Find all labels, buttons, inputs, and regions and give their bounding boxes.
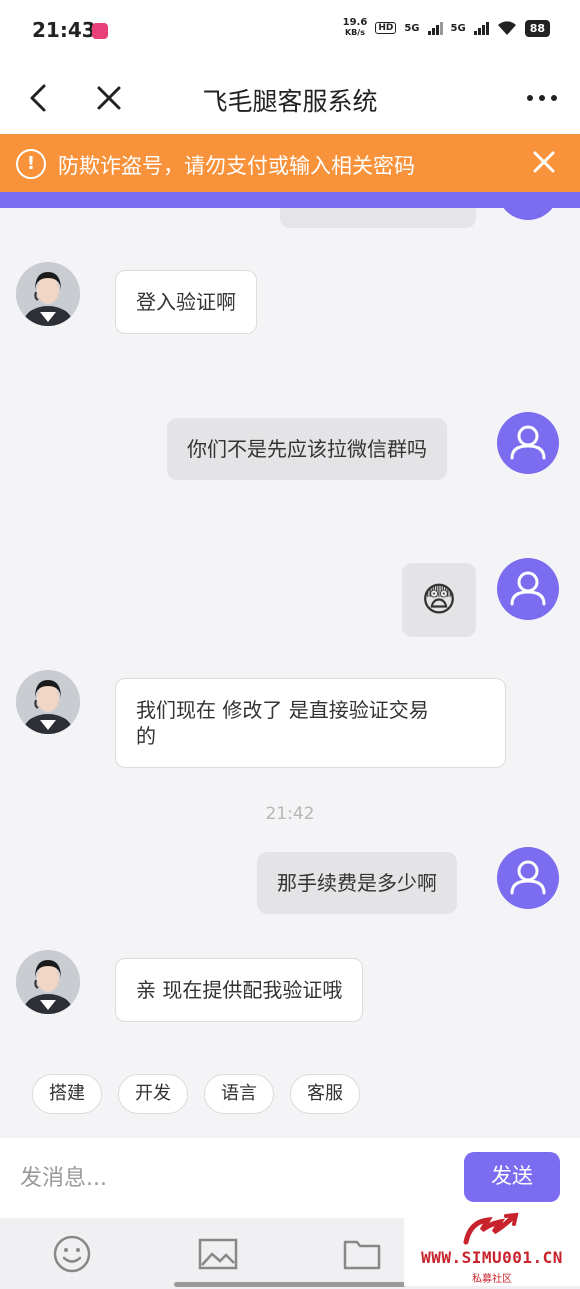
wifi-icon — [497, 21, 516, 35]
more-options-icon[interactable] — [524, 82, 560, 114]
net-speed-unit: KB/s — [344, 28, 365, 37]
warning-icon: ! — [16, 149, 46, 179]
watermark-logo-icon — [463, 1212, 519, 1245]
page-title: 飞毛腿客服系统 — [202, 87, 378, 116]
warning-text: 防欺诈盗号，请勿支付或输入相关密码 — [58, 154, 415, 178]
chat-messages[interactable]: 登入验证啊 你们不是先应该拉微信群吗 😨 我们现在 修改了 是直接验证交易 的 … — [0, 208, 580, 1138]
watermark-subtext: 私募社区 — [472, 1274, 512, 1285]
message-composer: 发送 — [0, 1138, 580, 1218]
user-avatar[interactable] — [497, 847, 559, 909]
status-bar: 21:43 19.6 KB/s HD 5G 5G 88 — [0, 0, 580, 62]
send-button[interactable]: 发送 — [464, 1152, 560, 1202]
battery-icon: 88 — [524, 19, 550, 37]
agent-avatar[interactable] — [16, 670, 80, 734]
folder-icon[interactable] — [342, 1234, 382, 1274]
app-notification-icon — [92, 23, 108, 39]
message-text-line: 的 — [136, 724, 156, 748]
quick-reply-chip[interactable]: 客服 — [290, 1074, 360, 1114]
watermark-text: WWW.SIMU001.CN — [421, 1248, 563, 1267]
partial-message-bubble — [280, 208, 476, 228]
message-text: 那手续费是多少啊 — [277, 871, 437, 895]
quick-reply-chip[interactable]: 搭建 — [32, 1074, 102, 1114]
net-speed-value: 19.6 — [342, 17, 368, 28]
user-emoji-bubble: 😨 — [402, 563, 476, 637]
hd-icon: HD — [375, 22, 397, 34]
message-input[interactable] — [20, 1158, 440, 1198]
agent-avatar[interactable] — [16, 950, 80, 1014]
message-text: 亲 现在提供配我验证哦 — [136, 978, 343, 1002]
message-text: 登入验证啊 — [136, 290, 236, 314]
message-timestamp: 21:42 — [265, 804, 315, 824]
user-message-bubble: 你们不是先应该拉微信群吗 — [167, 418, 447, 480]
user-avatar[interactable] — [497, 412, 559, 474]
message-text-line: 我们现在 修改了 是直接验证交易 — [136, 698, 429, 722]
signal-5g-label-1: 5G — [404, 22, 420, 34]
quick-reply-chip[interactable]: 语言 — [204, 1074, 274, 1114]
fraud-warning-banner: ! 防欺诈盗号，请勿支付或输入相关密码 — [0, 134, 580, 192]
emoji-icon[interactable] — [52, 1234, 92, 1274]
site-watermark: WWW.SIMU001.CN 私募社区 — [404, 1208, 580, 1286]
agent-avatar[interactable] — [16, 262, 80, 326]
home-indicator — [174, 1282, 406, 1287]
warning-close-icon[interactable] — [530, 148, 558, 176]
quick-replies: 搭建 开发 语言 客服 — [32, 1074, 360, 1114]
agent-message-bubble: 亲 现在提供配我验证哦 — [115, 958, 364, 1022]
signal-5g-label-2: 5G — [450, 22, 466, 34]
status-indicators: 19.6 KB/s HD 5G 5G 88 — [343, 18, 550, 38]
image-icon[interactable] — [198, 1234, 238, 1274]
net-speed: 19.6 KB/s — [343, 18, 368, 38]
status-time: 21:43 — [32, 18, 96, 42]
agent-message-bubble: 我们现在 修改了 是直接验证交易 的 — [115, 678, 506, 768]
agent-message-bubble: 登入验证啊 — [115, 270, 257, 334]
quick-reply-chip[interactable]: 开发 — [118, 1074, 188, 1114]
user-avatar[interactable] — [497, 558, 559, 620]
signal-icon-2 — [473, 21, 489, 35]
user-message-bubble: 那手续费是多少啊 — [257, 852, 457, 914]
emoji-fearful: 😨 — [421, 580, 457, 620]
signal-icon — [427, 21, 443, 35]
header-accent-strip — [0, 192, 580, 208]
chat-header: 飞毛腿客服系统 — [0, 62, 580, 134]
partial-user-avatar — [497, 208, 559, 220]
message-text: 你们不是先应该拉微信群吗 — [187, 437, 427, 461]
